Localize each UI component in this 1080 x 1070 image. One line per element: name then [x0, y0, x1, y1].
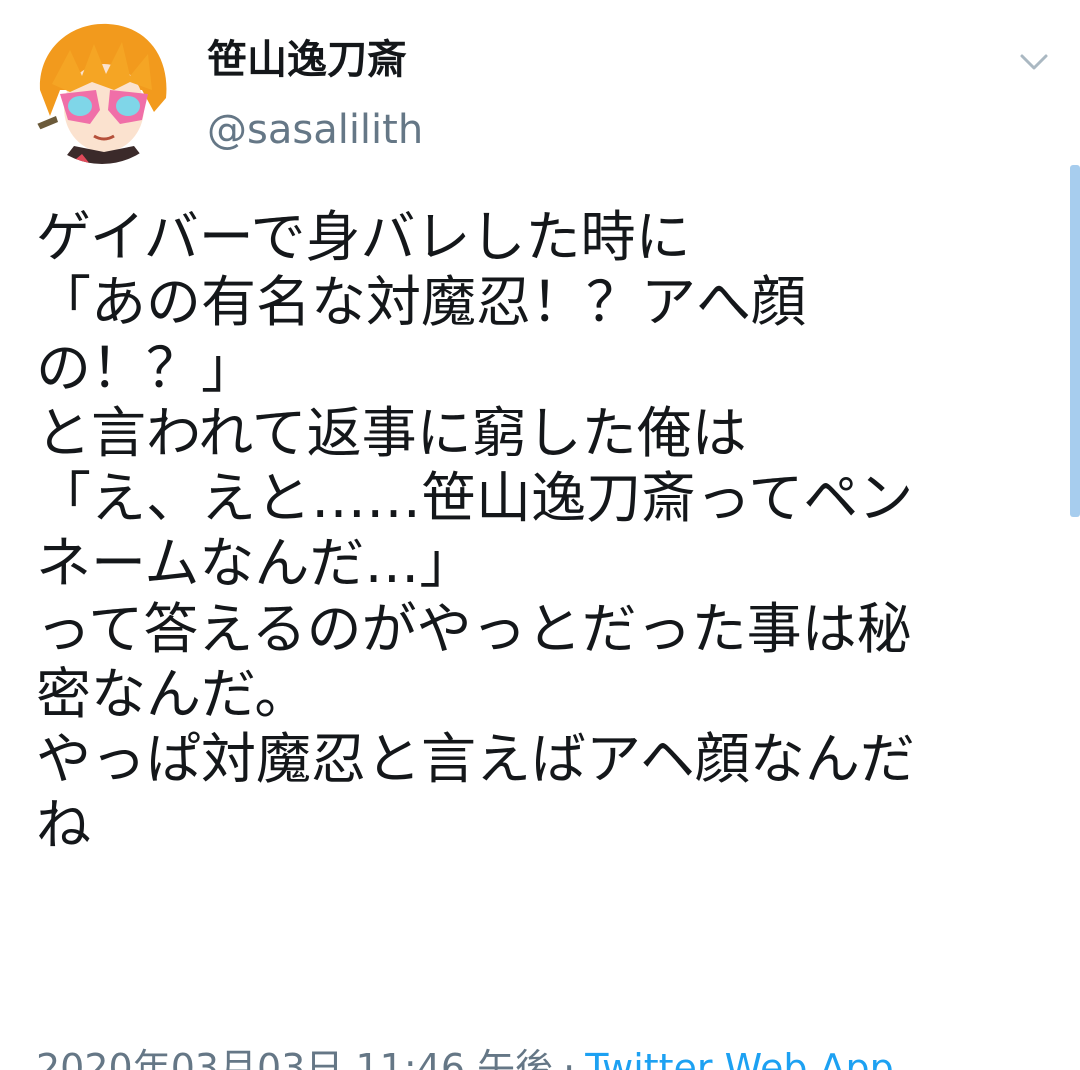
scrollbar[interactable]: [1070, 165, 1080, 517]
anime-character-avatar-icon: [30, 20, 174, 164]
tweet-text: ゲイバーで身バレした時に 「あの有名な対魔忍！？アへ顔 の！？」 と言われて返事…: [36, 205, 1066, 858]
tweet-source-link[interactable]: Twitter Web App: [585, 1046, 894, 1070]
tweet-text-line: やっぱ対魔忍と言えばアヘ顔なんだ: [36, 727, 915, 792]
tweet-text-line: 「え、えと……笹山逸刀斎ってペン: [36, 466, 914, 531]
tweet-text-line: 「あの有名な対魔忍！？アへ顔: [36, 270, 807, 335]
tweet-text-line: と言われて返事に窮した俺は: [36, 400, 747, 465]
display-name[interactable]: 笹山逸刀斎: [207, 34, 407, 86]
chevron-down-icon[interactable]: [1016, 44, 1052, 80]
tweet-text-line: って答えるのがやっとだった事は秘: [36, 596, 912, 661]
tweet-text-line: ゲイバーで身バレした時に: [36, 205, 691, 269]
avatar[interactable]: [30, 20, 174, 164]
tweet-text-line: の！？」: [36, 335, 257, 400]
user-handle[interactable]: @sasalilith: [207, 104, 423, 156]
tweet-text-line: ね: [36, 792, 92, 857]
meta-separator: ·: [563, 1046, 576, 1070]
tweet-text-line: 密なんだ。: [36, 662, 310, 727]
tweet-meta: 2020年03月03日 11:46 午後 · Twitter Web App: [36, 1043, 894, 1070]
tweet-text-line: ネームなんだ…」: [36, 531, 475, 596]
tweet-timestamp[interactable]: 2020年03月03日 11:46 午後: [36, 1046, 553, 1070]
